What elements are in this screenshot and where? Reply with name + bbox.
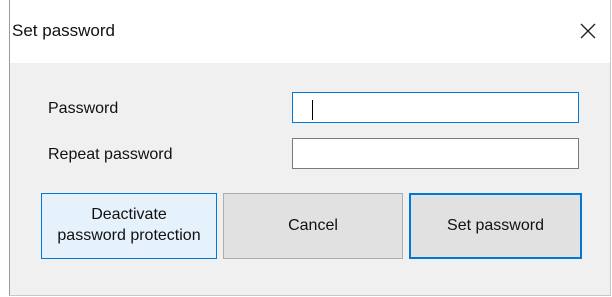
close-icon bbox=[580, 23, 596, 39]
repeat-password-label-visible: Repeat password bbox=[48, 146, 173, 163]
deactivate-button-label-line1: Deactivate bbox=[91, 206, 167, 224]
password-field[interactable] bbox=[292, 92, 579, 123]
dialog-title: Set password bbox=[12, 21, 115, 40]
title-bar: Set password bbox=[10, 0, 610, 63]
set-password-dialog: Set password Password Repeat password Re… bbox=[9, 0, 611, 296]
close-button[interactable] bbox=[566, 8, 610, 54]
cancel-button-label: Cancel bbox=[288, 216, 338, 234]
password-label: Password bbox=[48, 100, 119, 117]
set-password-button-label: Set password bbox=[447, 216, 544, 234]
set-password-button[interactable]: Set password bbox=[409, 193, 582, 259]
text-caret bbox=[312, 100, 313, 120]
repeat-password-field[interactable] bbox=[292, 138, 579, 169]
deactivate-button-label-line2: password protection bbox=[57, 227, 201, 244]
cancel-button[interactable]: Cancel bbox=[223, 193, 403, 259]
deactivate-protection-button[interactable]: Deactivate password protection bbox=[41, 193, 217, 259]
